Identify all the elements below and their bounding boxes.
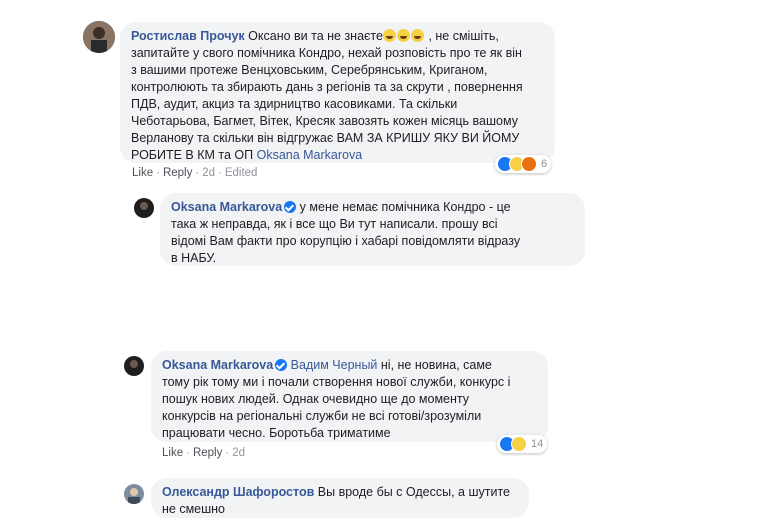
mention-link[interactable]: Oksana Markarova	[257, 148, 363, 162]
comment-bubble: Ростислав Прочук Оксано ви та не знаєте …	[120, 22, 555, 163]
comment-text: Вы вроде бы с Одессы, а шутите	[317, 485, 510, 499]
reaction-count: 14	[531, 438, 544, 450]
comment-text: в НАБУ.	[171, 251, 217, 265]
comment-bubble: Oksana Markarova у мене немає помічника …	[160, 193, 585, 266]
comment-text: з вашими протеже Венцховським, Серебрянс…	[131, 63, 488, 77]
comment-text: не смешно	[162, 502, 226, 516]
comment-author[interactable]: Oksana Markarova	[162, 358, 273, 372]
comment-text: запитайте у свого помічника Кондро, неха…	[131, 46, 522, 60]
comment-text: контролюють та збирають дань з регіонів …	[131, 80, 523, 94]
comment-text: тому рік тому ми і почали створення ново…	[162, 375, 511, 389]
reply-button[interactable]: Reply	[163, 167, 192, 179]
like-button[interactable]: Like	[162, 447, 183, 459]
edited-label[interactable]: Edited	[225, 167, 258, 179]
comment-bubble: Олександр Шафоростов Вы вроде бы с Одесс…	[151, 478, 529, 518]
reaction-count: 6	[541, 158, 548, 170]
avatar[interactable]	[134, 198, 154, 218]
wow-reaction-icon	[511, 436, 527, 452]
comment-text: працювати чесно. Боротьба триматиме	[162, 426, 391, 440]
comment-text: ПДВ, аудит, акциз та здирництво касовика…	[131, 97, 458, 111]
like-button[interactable]: Like	[132, 167, 153, 179]
timestamp[interactable]: 2d	[232, 447, 245, 459]
avatar[interactable]	[124, 356, 144, 376]
comment-author[interactable]: Ростислав Прочук	[131, 29, 245, 43]
comment-author[interactable]: Олександр Шафоростов	[162, 485, 314, 499]
comment-actions: Like · Reply · 2d · Edited	[132, 167, 258, 179]
angry-reaction-icon	[521, 156, 537, 172]
reaction-summary[interactable]: 14	[497, 435, 548, 453]
reaction-summary[interactable]: 6	[495, 155, 552, 173]
comment-text: відомі Вам факти про корупцію і хабарі п…	[171, 234, 521, 248]
verified-badge-icon	[284, 201, 297, 213]
mention-link[interactable]: Вадим Черный	[291, 358, 378, 372]
comment-author[interactable]: Oksana Markarova	[171, 200, 282, 214]
comment-text: Верланову та скільки він відгружає ВАМ З…	[131, 131, 520, 145]
comment-text: у мене немає помічника Кондро - це	[299, 200, 511, 214]
haha-emoji-icon	[396, 29, 410, 42]
haha-emoji-icon	[382, 29, 396, 42]
avatar[interactable]	[83, 21, 115, 53]
timestamp[interactable]: 2d	[202, 167, 215, 179]
comment-bubble: Oksana Markarova Вадим Черный ні, не нов…	[151, 351, 548, 442]
comment-text: конкурсів на регіональні служби не всі г…	[162, 409, 482, 423]
verified-badge-icon	[275, 359, 288, 371]
comment-text: така ж неправда, як і все що Ви тут напи…	[171, 217, 498, 231]
comment-text: ні, не новина, саме	[380, 358, 492, 372]
comment-text: пошук нових людей. Однак очевидно ще до …	[162, 392, 470, 406]
haha-emoji-icon	[410, 29, 424, 42]
comment-text: РОБИТЕ В КМ та ОП	[131, 148, 257, 162]
comment-text: Оксано ви та не знаєте	[248, 29, 383, 43]
reply-button[interactable]: Reply	[193, 447, 222, 459]
avatar[interactable]	[124, 484, 144, 504]
comment-text: , не смішіть,	[428, 29, 499, 43]
comment-text: Чеботарьова, Багмет, Вітек, Кресяк завоз…	[131, 114, 518, 128]
comment-actions: Like · Reply · 2d	[162, 447, 245, 459]
